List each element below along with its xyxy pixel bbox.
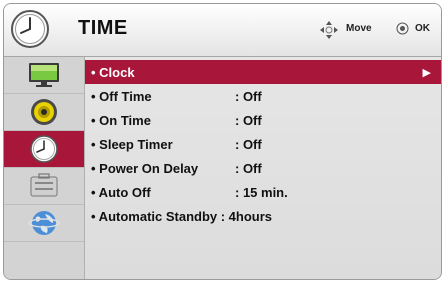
move-arrows-icon [320,21,338,39]
menu-item-off-time[interactable]: • Off Time : Off [85,84,441,108]
settings-window: TIME Move OK • Clock ▶ • Off Time: Off … [3,3,442,280]
menu-item-on-time[interactable]: • On Time : Off [85,108,441,132]
menu-item-label: • Power On Delay [91,161,199,176]
time-menu-list: • Clock ▶ • Off Time : Off • On Time : O… [85,57,441,279]
menu-item-label: • On Time [91,113,151,128]
menu-item-label: • Automatic Standby : 4hours [91,209,273,224]
menu-item-sleep-timer[interactable]: • Sleep Timer : Off [85,132,441,156]
menu-item-label: • Clock [91,65,135,80]
menu-item-value: : Off [235,137,262,152]
picture-icon [29,63,59,87]
move-hint-label: Move [346,23,372,34]
globe-icon [28,211,60,235]
category-sidebar [4,57,85,279]
sidebar-item-picture[interactable] [4,57,84,94]
menu-item-auto-off[interactable]: • Auto Off : 15 min. [85,180,441,204]
menu-item-value: : 15 min. [235,185,288,200]
page-title: TIME [78,17,128,39]
sidebar-item-option[interactable] [4,168,84,205]
chevron-right-icon: ▶ [422,67,431,79]
sidebar-item-audio[interactable] [4,94,84,131]
ok-hint-label: OK [415,23,430,34]
clock-icon [30,135,58,163]
menu-item-label: • Auto Off [91,185,151,200]
header-bar: TIME Move OK [4,4,441,57]
sidebar-item-time[interactable] [4,131,84,168]
sidebar-item-network[interactable] [4,205,84,242]
menu-item-power-on-delay[interactable]: • Power On Delay : Off [85,156,441,180]
menu-item-automatic-standby[interactable]: • Automatic Standby : 4hours [85,204,441,228]
menu-item-value: : Off [235,89,262,104]
toolbox-icon [30,173,58,197]
menu-item-label: • Off Time [91,89,152,104]
ok-button-icon [396,22,409,35]
menu-item-label: • Sleep Timer [91,137,173,152]
menu-item-value: : Off [235,161,262,176]
speaker-icon [31,99,57,125]
menu-item-clock[interactable]: • Clock ▶ [85,60,441,84]
menu-item-value: : Off [235,113,262,128]
clock-icon [11,10,49,48]
